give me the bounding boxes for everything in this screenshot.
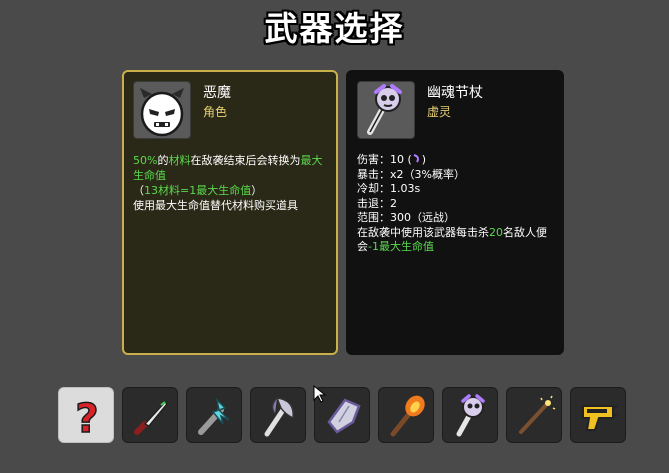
- taser-icon: [582, 405, 618, 431]
- stat-crit: 暴击：x2（3%概率）: [357, 168, 562, 183]
- weapon-slot-torch[interactable]: [378, 387, 434, 443]
- weapon-slot-taser[interactable]: [570, 387, 626, 443]
- desc-percent: 50%: [133, 154, 158, 167]
- weapon-name: 幽魂节杖: [427, 85, 483, 101]
- weapon-panel: 幽魂节杖 虚灵 伤害：10 () 暴击：x2（3%概率） 冷却：1.03s 击退…: [346, 70, 564, 355]
- effect-kill-count: 20: [489, 225, 503, 239]
- weapon-slot-random[interactable]: ?: [58, 387, 114, 443]
- ghost-scepter-icon: [367, 84, 402, 135]
- stat-damage: 伤害：10 (): [357, 153, 562, 168]
- desc-material: 材料: [168, 154, 191, 167]
- effect-text-a: 在敌袭中使用该武器每击杀: [357, 225, 489, 239]
- lightning-wand-icon: [198, 397, 230, 435]
- desc-de: 的: [157, 154, 169, 167]
- cooldown-value: 1.03s: [390, 182, 421, 195]
- range-value: 300（远战）: [390, 211, 455, 224]
- axe-icon: [264, 397, 294, 437]
- stat-cooldown: 冷却：1.03s: [357, 182, 562, 197]
- demon-face-icon: [140, 88, 184, 137]
- weapon-slot-wand[interactable]: [506, 387, 562, 443]
- desc-paren-open: （: [133, 184, 144, 197]
- damage-close: ): [421, 153, 427, 166]
- page-title: 武器选择: [264, 9, 405, 48]
- weapon-type: 虚灵: [427, 105, 452, 119]
- weapon-slot-knife[interactable]: [122, 387, 178, 443]
- weapon-slot-lightning[interactable]: [186, 387, 242, 443]
- character-name: 恶魔: [203, 85, 231, 101]
- svg-text:?: ?: [75, 396, 98, 440]
- character-panel: 恶魔 角色 50%的材料在敌袭结束后会转换为最大生命值 （13材料=1最大生命值…: [122, 70, 338, 355]
- magic-wand-icon: [519, 395, 556, 434]
- weapon-stats: 伤害：10 () 暴击：x2（3%概率） 冷却：1.03s 击退：2 范围：30…: [357, 153, 562, 255]
- damage-label: 伤害：: [357, 153, 390, 166]
- desc-paren-close: ）: [251, 184, 263, 197]
- knife-icon: [134, 400, 169, 435]
- spirit-scaling-icon: [413, 154, 419, 163]
- desc-purchase-text: 使用最大生命值替代材料购买道具: [133, 199, 298, 212]
- stat-knockback: 击退：2: [357, 197, 562, 212]
- desc-ratio: 13材料=1最大生命值: [144, 184, 252, 197]
- character-type: 角色: [203, 105, 228, 119]
- crit-value: x2（3%概率）: [390, 167, 465, 181]
- character-description: 50%的材料在敌袭结束后会转换为最大生命值 （13材料=1最大生命值） 使用最大…: [133, 153, 333, 213]
- ghost-scepter-icon: [456, 394, 485, 437]
- weapon-selection-bar: ?: [0, 387, 669, 445]
- random-question-icon: ?: [75, 395, 100, 440]
- effect-hp-loss: -1最大生命值: [368, 240, 434, 253]
- character-portrait: [133, 81, 191, 139]
- range-label: 范围：: [357, 211, 390, 224]
- weapon-portrait: [357, 81, 415, 139]
- damage-value: 10 (: [390, 153, 412, 166]
- cooldown-label: 冷却：: [357, 182, 390, 195]
- mouse-cursor-icon: [313, 385, 327, 403]
- desc-convert-text: 在敌袭结束后会转换为: [190, 154, 301, 167]
- knockback-label: 击退：: [357, 196, 390, 210]
- stat-range: 范围：300（远战）: [357, 211, 562, 226]
- weapon-effect: 在敌袭中使用该武器每击杀20名敌人便会-1最大生命值: [357, 226, 562, 255]
- weapon-slot-scepter[interactable]: [442, 387, 498, 443]
- torch-icon: [390, 395, 425, 437]
- weapon-slot-axe[interactable]: [250, 387, 306, 443]
- crit-label: 暴击：: [357, 167, 390, 181]
- knockback-value: 2: [390, 196, 397, 210]
